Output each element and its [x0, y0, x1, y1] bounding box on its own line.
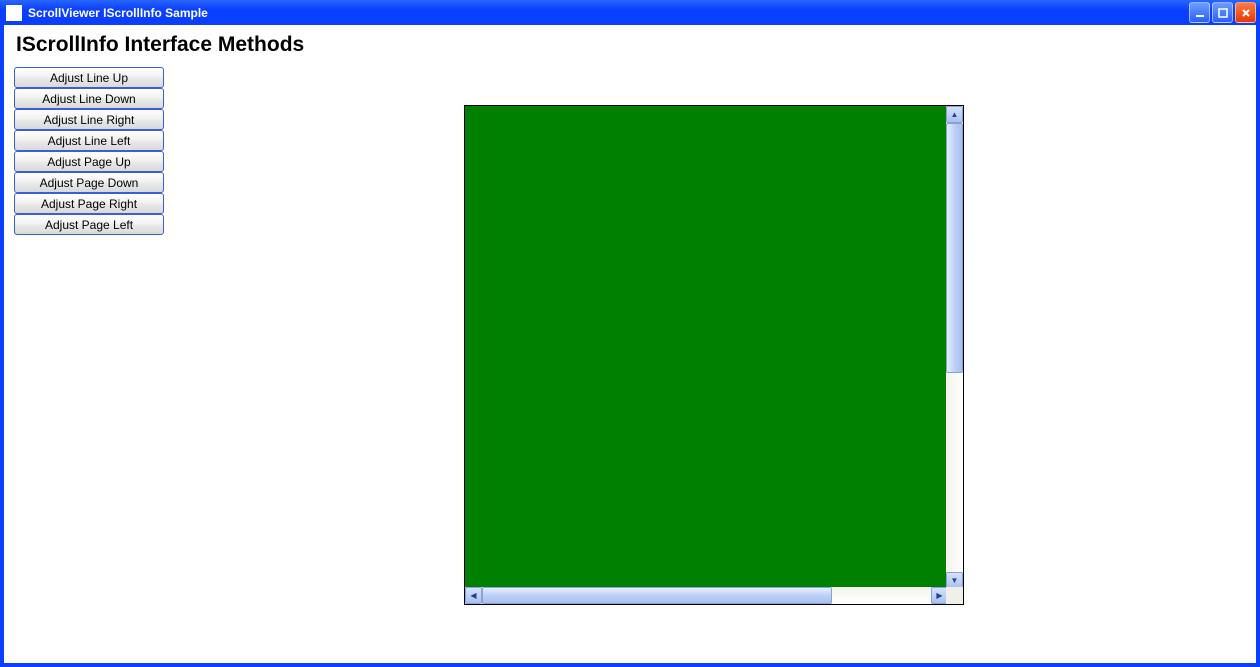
client-area: IScrollInfo Interface Methods Adjust Lin…	[4, 25, 1256, 663]
adjust-line-up-button[interactable]: Adjust Line Up	[14, 67, 164, 88]
adjust-line-down-button[interactable]: Adjust Line Down	[14, 88, 164, 109]
adjust-page-up-button[interactable]: Adjust Page Up	[14, 151, 164, 172]
titlebar[interactable]: ScrollViewer IScrollInfo Sample	[0, 0, 1260, 25]
minimize-icon	[1195, 8, 1205, 18]
adjust-page-down-button[interactable]: Adjust Page Down	[14, 172, 164, 193]
vertical-scrollbar[interactable]: ▲ ▼	[946, 106, 963, 589]
chevron-left-icon: ◀	[470, 592, 476, 600]
content-row: Adjust Line Up Adjust Line Down Adjust L…	[14, 67, 1246, 605]
button-panel: Adjust Line Up Adjust Line Down Adjust L…	[14, 67, 164, 235]
scroll-up-button[interactable]: ▲	[946, 106, 963, 123]
adjust-page-left-button[interactable]: Adjust Page Left	[14, 214, 164, 235]
close-button[interactable]	[1235, 2, 1256, 23]
maximize-button[interactable]	[1212, 2, 1233, 23]
horizontal-scrollbar[interactable]: ◀ ▶	[465, 587, 948, 604]
scroll-left-button[interactable]: ◀	[465, 587, 482, 604]
scroll-content-panel	[465, 106, 947, 588]
maximize-icon	[1218, 8, 1228, 18]
close-icon	[1241, 8, 1251, 18]
chevron-right-icon: ▶	[936, 592, 942, 600]
adjust-line-right-button[interactable]: Adjust Line Right	[14, 109, 164, 130]
app-window: ScrollViewer IScrollInfo Sample IScrollI…	[0, 0, 1260, 667]
page-heading: IScrollInfo Interface Methods	[16, 33, 1246, 57]
app-icon	[6, 5, 22, 21]
adjust-line-left-button[interactable]: Adjust Line Left	[14, 130, 164, 151]
vertical-scroll-thumb[interactable]	[946, 123, 963, 373]
window-controls	[1189, 2, 1256, 23]
chevron-up-icon: ▲	[951, 111, 959, 119]
minimize-button[interactable]	[1189, 2, 1210, 23]
window-title: ScrollViewer IScrollInfo Sample	[28, 6, 1189, 20]
chevron-down-icon: ▼	[951, 577, 959, 585]
horizontal-scroll-thumb[interactable]	[482, 587, 832, 604]
scrollbar-corner	[946, 587, 963, 604]
adjust-page-right-button[interactable]: Adjust Page Right	[14, 193, 164, 214]
scroll-viewer: ▲ ▼ ◀ ▶	[464, 105, 964, 605]
